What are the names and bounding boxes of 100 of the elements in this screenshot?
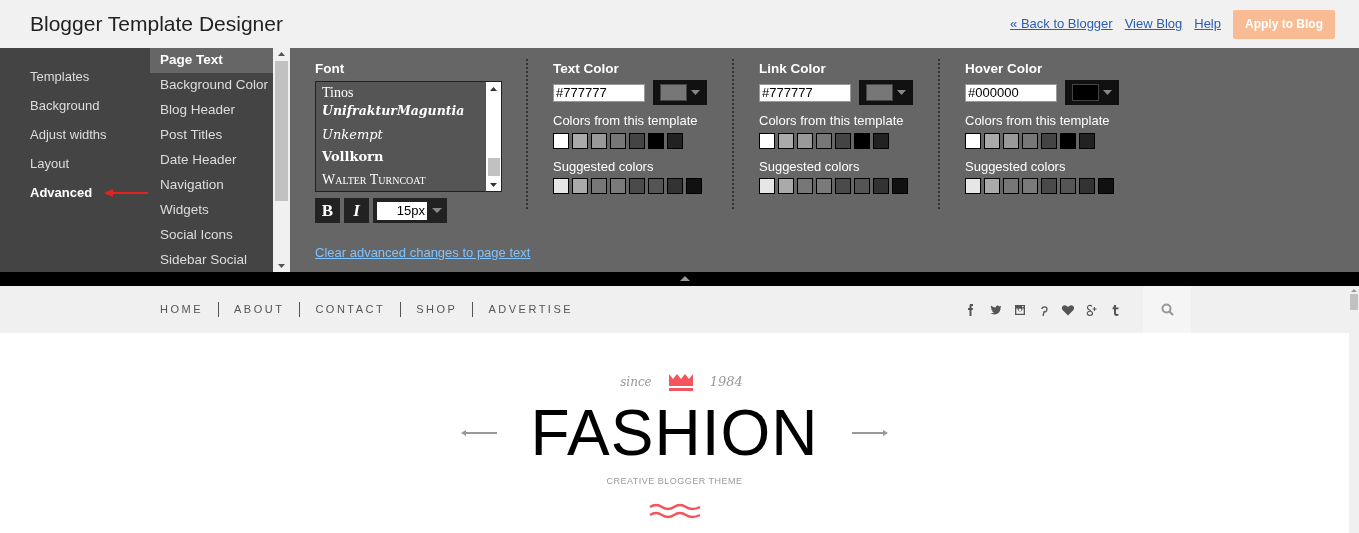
color-swatch[interactable] [797,132,813,149]
italic-button[interactable]: I [344,198,369,223]
color-swatch[interactable] [1022,178,1038,194]
bold-button[interactable]: B [315,198,340,223]
subnav-item[interactable]: Post Titles [150,123,273,148]
color-swatch[interactable] [667,178,683,194]
camera-icon[interactable] [1013,302,1027,317]
color-swatch[interactable] [1098,178,1114,194]
subnav-item[interactable]: Page Text [150,48,273,73]
color-swatch[interactable] [1060,178,1076,194]
font-option[interactable]: Unkempt [322,123,486,146]
color-picker[interactable] [653,80,707,105]
color-swatch[interactable] [984,132,1000,149]
field-label: Font [315,60,346,77]
header-link[interactable]: Help [1194,14,1221,34]
subnav-item[interactable]: Blog Header [150,98,273,123]
color-swatch[interactable] [873,132,889,149]
color-swatch[interactable] [648,178,664,194]
menu-link[interactable]: SHOP [416,301,458,318]
font-option[interactable]: Vollkorn [322,146,486,167]
color-input[interactable]: #777777 [759,83,851,102]
color-swatch[interactable] [591,132,607,149]
color-swatch[interactable] [1003,132,1019,149]
color-swatch[interactable] [835,132,851,149]
nav-item[interactable]: Layout [30,153,70,174]
menu-link[interactable]: HOME [160,301,203,318]
color-swatch[interactable] [797,178,813,194]
color-swatch[interactable] [816,178,832,194]
menu-link[interactable]: CONTACT [315,301,386,318]
color-swatch[interactable] [854,132,870,149]
subnav-item[interactable]: Sidebar Social [150,248,273,272]
menu-link[interactable]: ADVERTISE [488,301,574,318]
header-link[interactable]: « Back to Blogger [1010,14,1113,34]
color-swatch[interactable] [816,132,832,149]
subnav-item[interactable]: Background Color [150,73,273,98]
subnav-item[interactable]: Date Header [150,148,273,173]
color-swatch[interactable] [1041,178,1057,194]
section-label: Suggested colors [759,157,861,176]
app-title: Blogger Template Designer [30,11,283,38]
color-swatch[interactable] [610,178,626,194]
search-icon [1160,303,1174,316]
color-swatch[interactable] [553,178,569,194]
color-swatch[interactable] [759,178,775,194]
color-swatch[interactable] [610,132,626,149]
google-plus-icon[interactable] [1085,302,1099,317]
nav-item[interactable]: Background [30,95,100,116]
section-label: Colors from this template [553,112,699,130]
size-dropdown[interactable]: 15px [373,198,447,223]
nav-item[interactable]: Templates [30,66,90,87]
color-swatch[interactable] [1003,178,1019,194]
subnav-item[interactable]: Social Icons [150,223,273,248]
color-swatch[interactable] [1079,132,1095,149]
color-swatch[interactable] [892,178,908,194]
field-label: Link Color [759,60,827,77]
scrollbar-thumb[interactable] [1350,294,1358,310]
color-swatch[interactable] [778,132,794,149]
scrollbar[interactable] [1349,286,1359,533]
scrollbar[interactable] [486,82,501,191]
header-link[interactable]: View Blog [1124,14,1183,34]
color-swatch[interactable] [778,178,794,194]
color-swatch[interactable] [984,178,1000,194]
color-swatch[interactable] [648,132,664,149]
color-swatch[interactable] [629,132,645,149]
section-label: Colors from this template [965,112,1111,130]
color-swatch[interactable] [1041,132,1057,149]
section-label: Suggested colors [965,157,1067,176]
color-swatch[interactable] [1022,132,1038,149]
color-swatch[interactable] [686,178,702,194]
scrollbar-thumb[interactable] [275,61,288,201]
font-list[interactable]: Tinos UnifrakturMaguntia Unkempt Vollkorn Walter Turncoat [315,81,502,192]
subnav-item[interactable]: Widgets [150,198,273,223]
color-swatch[interactable] [854,178,870,194]
color-swatch[interactable] [1079,178,1095,194]
color-swatch[interactable] [553,132,569,149]
color-swatch[interactable] [1060,132,1076,149]
color-swatch[interactable] [965,178,981,194]
nav-item[interactable]: Advanced [30,182,93,203]
font-option[interactable]: Tinos [322,82,486,99]
heart-icon[interactable] [1061,302,1075,317]
menu-link[interactable]: ABOUT [234,301,285,318]
subnav-item[interactable]: Navigation [150,173,273,198]
color-input[interactable]: #000000 [965,83,1057,102]
font-option[interactable]: UnifrakturMaguntia [322,99,486,123]
color-swatch[interactable] [873,178,889,194]
color-picker[interactable] [859,80,913,105]
color-swatch[interactable] [572,178,588,194]
nav-item[interactable]: Adjust widths [30,124,107,145]
color-input[interactable]: #777777 [553,83,645,102]
color-swatch[interactable] [629,178,645,194]
collapse-handle-icon[interactable] [679,276,690,281]
color-swatch[interactable] [572,132,588,149]
font-option[interactable]: Walter Turncoat [322,167,486,191]
scrollbar[interactable] [273,48,290,272]
color-picker[interactable] [1065,80,1119,105]
color-swatch[interactable] [667,132,683,149]
scrollbar-thumb[interactable] [487,158,500,176]
color-swatch[interactable] [835,178,851,194]
color-swatch[interactable] [591,178,607,194]
color-swatch[interactable] [759,132,775,149]
color-swatch[interactable] [965,132,981,149]
